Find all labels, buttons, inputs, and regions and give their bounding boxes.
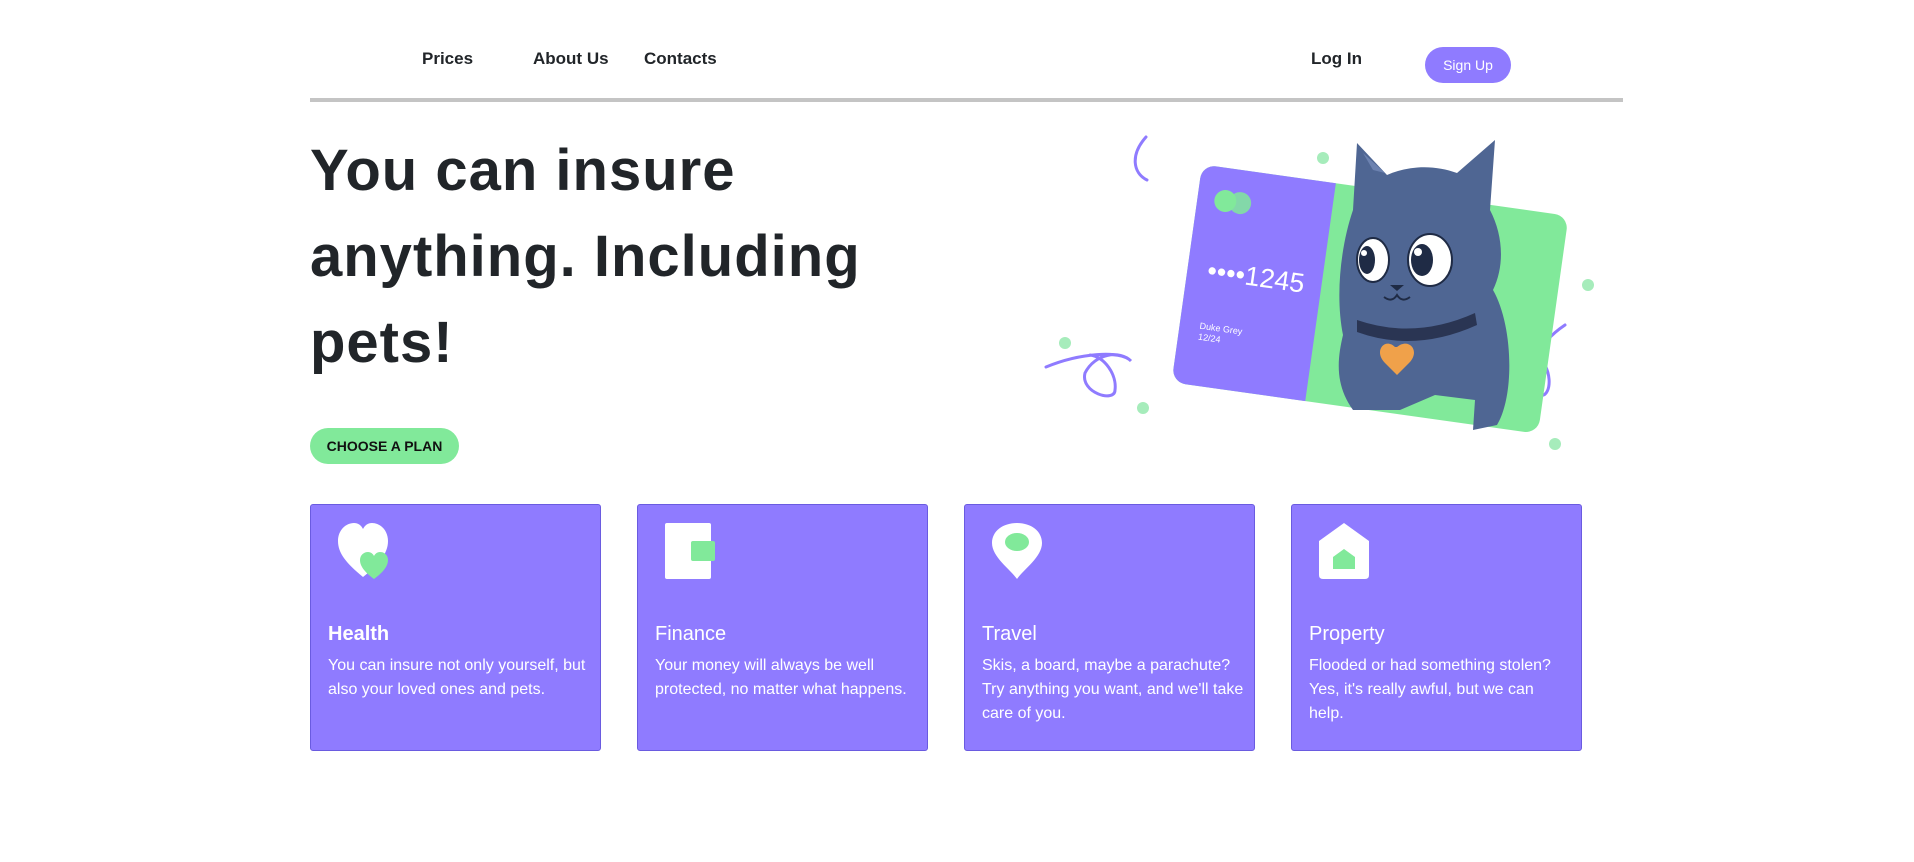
dot-decoration: [1059, 337, 1071, 349]
feature-title: Travel: [982, 623, 1037, 645]
dot-decoration: [1137, 402, 1149, 414]
nav-link-about-us[interactable]: About Us: [533, 49, 609, 69]
map-pin-icon: [992, 523, 1042, 579]
page: Prices About Us Contacts Log In Sign Up …: [0, 0, 1914, 862]
feature-title: Health: [328, 623, 390, 645]
nav-divider: [310, 98, 1623, 102]
choose-plan-button[interactable]: CHOOSE A PLAN: [310, 428, 459, 464]
nav-link-prices[interactable]: Prices: [422, 49, 473, 69]
feature-text: Your money will always be well protected…: [655, 657, 907, 698]
dot-decoration: [1317, 152, 1329, 164]
dot-decoration: [1549, 438, 1561, 450]
heart-icon: [338, 523, 388, 579]
house-icon: [1319, 523, 1369, 579]
feature-card-health[interactable]: Health You can insure not only yourself,…: [310, 504, 601, 751]
feature-text: Skis, a board, maybe a parachute? Try an…: [982, 657, 1244, 722]
nav-link-contacts[interactable]: Contacts: [644, 49, 717, 69]
hero-title: You can insure anything. Including pets!: [310, 138, 861, 375]
swirl-decoration: [1044, 352, 1133, 398]
feature-title: Property: [1309, 623, 1385, 645]
hero-illustration: ••••1245 Duke Grey 12/24: [1044, 135, 1594, 450]
swirl-decoration: [1133, 135, 1149, 182]
wallet-icon: [665, 523, 715, 579]
feature-card-travel[interactable]: Travel Skis, a board, maybe a parachute?…: [964, 504, 1255, 751]
signup-button[interactable]: Sign Up: [1425, 47, 1511, 83]
feature-title: Finance: [655, 623, 727, 645]
login-link[interactable]: Log In: [1311, 49, 1362, 69]
feature-text: Flooded or had something stolen? Yes, it…: [1309, 657, 1551, 722]
cat-illustration: [1338, 140, 1510, 430]
feature-card-finance[interactable]: Finance Your money will always be well p…: [637, 504, 928, 751]
feature-text: You can insure not only yourself, but al…: [328, 657, 586, 698]
dot-decoration: [1582, 279, 1594, 291]
feature-card-property[interactable]: Property Flooded or had something stolen…: [1291, 504, 1582, 751]
